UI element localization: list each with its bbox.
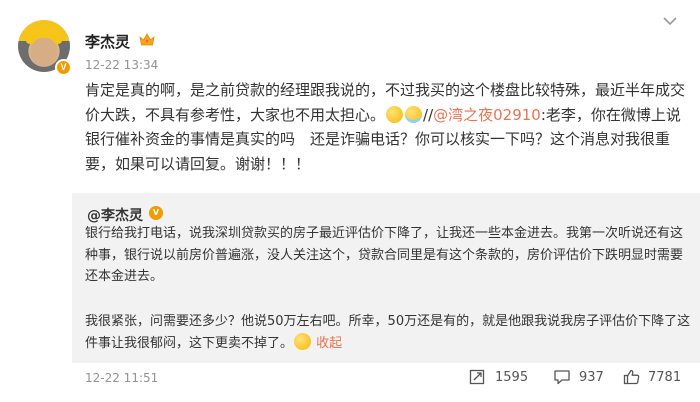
face-shape	[31, 38, 57, 66]
chevron-down-icon[interactable]	[662, 16, 678, 26]
repost-icon	[469, 369, 485, 385]
post-timestamp[interactable]: 12-22 13:34	[85, 58, 158, 72]
repost-separator: //	[423, 105, 434, 124]
emoji-icon	[386, 105, 404, 123]
mention-link[interactable]: @湾之夜02910	[433, 106, 541, 124]
repost-button[interactable]: 1595	[469, 369, 528, 385]
reposted-verified-icon: V	[149, 206, 163, 220]
crown-icon	[139, 33, 155, 46]
reposted-content[interactable]: @李杰灵 V 银行给我打电话，说我深圳贷款买的房子最近评估价下降了，让我还一些本…	[72, 193, 700, 363]
comment-count: 937	[579, 369, 604, 385]
comment-button[interactable]: 937	[553, 369, 604, 385]
repost-timestamp[interactable]: 12-22 11:51	[85, 371, 158, 385]
reposted-author[interactable]: @李杰灵	[87, 205, 143, 225]
reposted-paragraph-1: 银行给我打电话，说我深圳贷款买的房子最近评估价下降了，让我还一些本金进去。我第一…	[85, 226, 684, 284]
cry-emoji-icon	[405, 105, 423, 123]
thumbs-up-icon	[623, 369, 640, 385]
repost-count: 1595	[495, 369, 529, 385]
reposted-paragraph-2: 我很紧张，问需要还多少？他说50万左右吧。所幸，50万还是有的，就是他跟我说我房…	[85, 311, 695, 354]
verified-badge-icon: V	[55, 59, 72, 76]
comment-icon	[554, 370, 570, 385]
reposted-paragraph-2-text: 我很紧张，问需要还多少？他说50万左右吧。所幸，50万还是有的，就是他跟我说我房…	[85, 314, 691, 351]
thinking-emoji-icon	[294, 332, 312, 350]
collapse-link[interactable]: 收起	[316, 336, 342, 351]
like-button[interactable]: 7781	[623, 369, 681, 385]
post-body: 肯定是真的啊，是之前贷款的经理跟我说的，不过我买的这个楼盘比较特殊，最近半年成交…	[85, 78, 685, 176]
post-author-name[interactable]: 李杰灵	[85, 31, 130, 52]
like-count: 7781	[648, 369, 682, 385]
